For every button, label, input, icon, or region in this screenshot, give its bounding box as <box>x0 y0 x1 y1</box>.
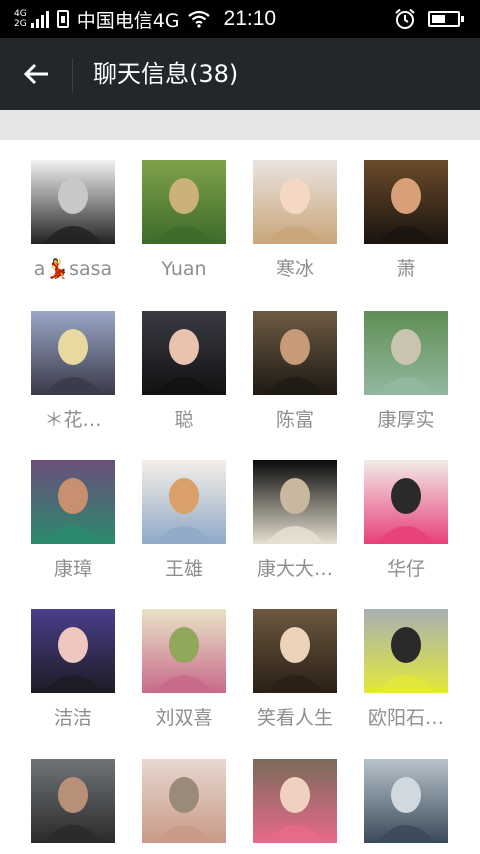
member-item[interactable]: 洁洁 <box>18 609 128 731</box>
member-item[interactable]: ＊花… <box>18 311 128 433</box>
member-item[interactable] <box>129 759 239 854</box>
member-avatar[interactable] <box>364 460 448 544</box>
avatar-photo-icon <box>253 160 337 244</box>
member-item[interactable]: 华仔 <box>351 460 461 582</box>
member-item[interactable]: 康厚实 <box>351 311 461 433</box>
member-avatar[interactable] <box>31 311 115 395</box>
clock: 21:10 <box>223 7 277 30</box>
avatar-photo-icon <box>142 160 226 244</box>
member-avatar[interactable] <box>253 160 337 244</box>
member-name: 聪 <box>174 409 194 431</box>
member-name: 欧阳石… <box>367 707 444 729</box>
member-avatar[interactable] <box>253 460 337 544</box>
header-divider <box>72 58 73 92</box>
member-name: 康璋 <box>53 558 92 580</box>
member-item[interactable] <box>18 759 128 854</box>
member-item[interactable]: 寒冰 <box>240 160 350 282</box>
member-avatar[interactable] <box>364 160 448 244</box>
member-item[interactable]: 陈富 <box>240 311 350 433</box>
back-button[interactable] <box>10 52 62 96</box>
member-avatar[interactable] <box>31 759 115 843</box>
network-type-indicator: 4G 2G <box>14 9 27 29</box>
member-name: 笑看人生 <box>256 707 333 729</box>
avatar-photo-icon <box>364 759 448 843</box>
avatar-photo-icon <box>253 311 337 395</box>
member-item[interactable]: a💃sasa <box>18 160 128 282</box>
avatar-photo-icon <box>253 759 337 843</box>
member-item[interactable] <box>351 759 461 854</box>
avatar-photo-icon <box>364 311 448 395</box>
signal-strength-icon <box>30 10 49 28</box>
member-avatar[interactable] <box>31 460 115 544</box>
avatar-photo-icon <box>31 609 115 693</box>
member-avatar[interactable] <box>142 160 226 244</box>
member-item[interactable]: 萧 <box>351 160 461 282</box>
member-item[interactable]: 刘双喜 <box>129 609 239 731</box>
avatar-photo-icon <box>31 759 115 843</box>
member-name: 陈富 <box>275 409 314 431</box>
sim-card-icon <box>56 10 69 28</box>
member-name: 康厚实 <box>377 409 435 431</box>
member-name: 萧 <box>396 258 416 280</box>
member-avatar[interactable] <box>253 759 337 843</box>
member-name: 华仔 <box>386 558 425 580</box>
avatar-photo-icon <box>253 460 337 544</box>
member-item[interactable]: 笑看人生 <box>240 609 350 731</box>
member-name: 洁洁 <box>53 707 92 729</box>
avatar-photo-icon <box>31 311 115 395</box>
page-title: 聊天信息(38) <box>93 60 239 88</box>
battery-icon <box>428 11 464 27</box>
member-name: a💃sasa <box>33 258 113 280</box>
member-item[interactable]: Yuan <box>129 160 239 282</box>
member-item[interactable]: 康大大… <box>240 460 350 582</box>
member-avatar[interactable] <box>142 460 226 544</box>
back-arrow-icon <box>23 63 48 85</box>
member-avatar[interactable] <box>364 311 448 395</box>
app-header: 聊天信息(38) <box>0 38 480 110</box>
status-left: 4G 2G 中国电信4G 21:10 <box>14 0 276 38</box>
avatar-photo-icon <box>142 759 226 843</box>
member-avatar[interactable] <box>364 609 448 693</box>
member-avatar[interactable] <box>31 160 115 244</box>
member-name: 王雄 <box>164 558 203 580</box>
avatar-photo-icon <box>253 609 337 693</box>
avatar-photo-icon <box>31 460 115 544</box>
network-type-top: 4G <box>14 9 27 19</box>
member-avatar[interactable] <box>253 609 337 693</box>
member-item[interactable]: 康璋 <box>18 460 128 582</box>
avatar-photo-icon <box>364 460 448 544</box>
avatar-photo-icon <box>142 460 226 544</box>
member-item[interactable]: 王雄 <box>129 460 239 582</box>
avatar-photo-icon <box>142 311 226 395</box>
member-avatar[interactable] <box>142 311 226 395</box>
avatar-photo-icon <box>31 160 115 244</box>
member-name: 康大大… <box>256 558 333 580</box>
member-avatar[interactable] <box>253 311 337 395</box>
avatar-photo-icon <box>364 160 448 244</box>
member-avatar[interactable] <box>31 609 115 693</box>
member-avatar[interactable] <box>364 759 448 843</box>
status-bar: 4G 2G 中国电信4G 21:10 <box>0 0 480 38</box>
carrier-name: 中国电信4G <box>76 9 180 32</box>
member-item[interactable] <box>240 759 350 854</box>
member-name: Yuan <box>161 258 207 280</box>
member-grid: a💃sasa Yuan 寒冰 萧 ＊花… 聪 陈富 康厚实康璋 王雄 康大大… 华仔洁洁 刘双喜 笑看人… <box>0 140 480 854</box>
alarm-clock-icon <box>395 8 415 29</box>
section-separator <box>0 110 480 140</box>
member-item[interactable]: 欧阳石… <box>351 609 461 731</box>
member-name: ＊花… <box>44 409 102 431</box>
avatar-photo-icon <box>364 609 448 693</box>
status-right <box>394 0 468 38</box>
member-name: 寒冰 <box>275 258 314 280</box>
network-type-bottom: 2G <box>14 19 27 29</box>
member-avatar[interactable] <box>142 609 226 693</box>
wifi-icon <box>187 10 210 28</box>
avatar-photo-icon <box>142 609 226 693</box>
battery-level-fill <box>432 15 446 23</box>
member-avatar[interactable] <box>142 759 226 843</box>
member-name: 刘双喜 <box>155 707 213 729</box>
member-item[interactable]: 聪 <box>129 311 239 433</box>
